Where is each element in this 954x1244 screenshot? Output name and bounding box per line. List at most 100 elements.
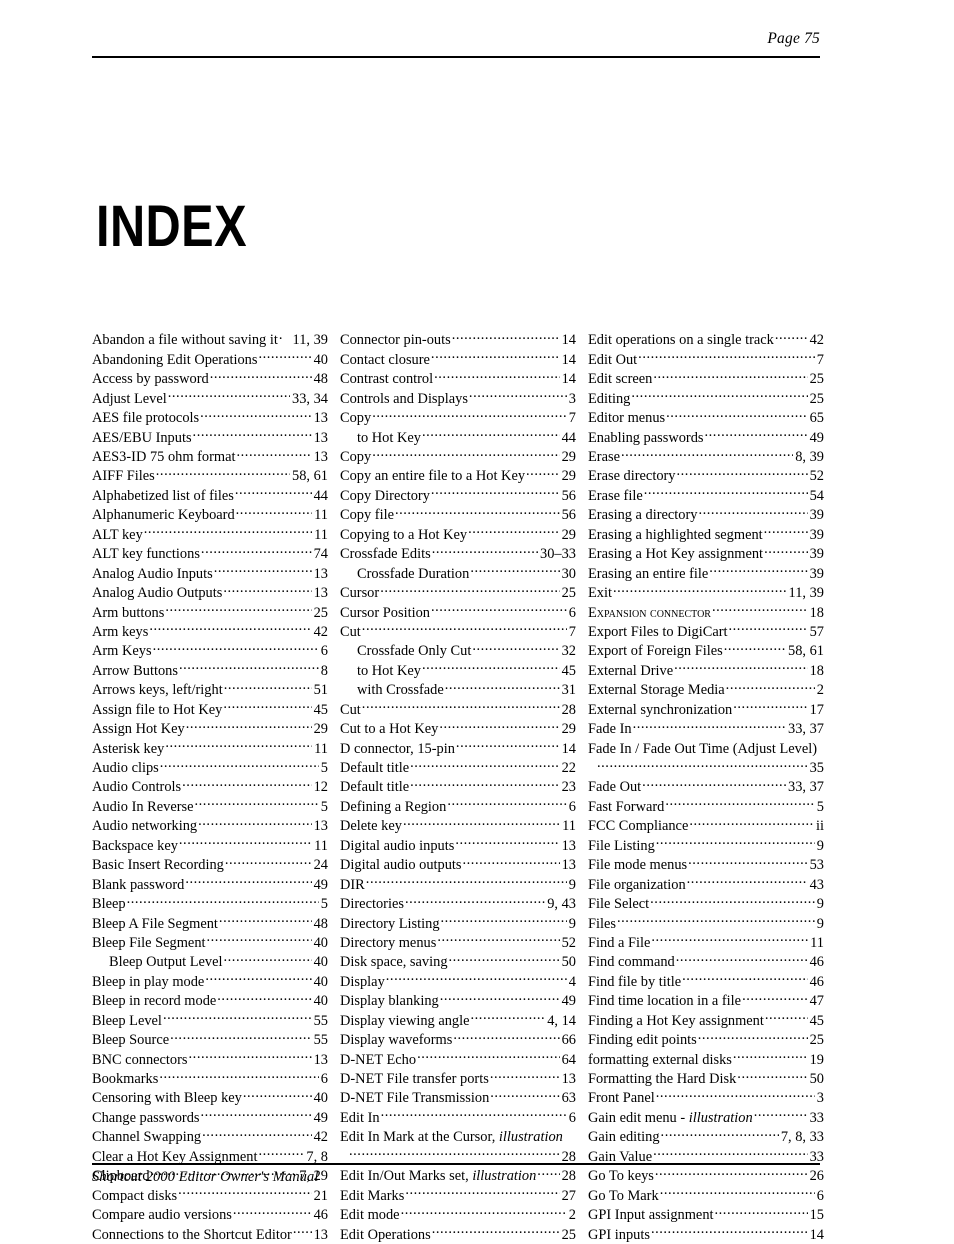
- index-entry-pages: 13: [313, 449, 328, 466]
- index-entry: Fast Forward 5: [588, 797, 824, 816]
- index-entry-pages: 9: [568, 915, 576, 932]
- index-entry: Analog Audio Outputs 13: [92, 583, 328, 602]
- index-entry-leader: [651, 933, 808, 947]
- index-entry-leader: [440, 991, 560, 1005]
- index-entry-leader: [210, 369, 312, 383]
- index-entry-term-italic: illustration: [472, 1168, 537, 1185]
- index-entry-leader: [223, 583, 311, 597]
- index-entry: GPI Input assignment 15: [588, 1205, 824, 1224]
- index-entry-leader: [705, 427, 808, 441]
- index-entry-term: Copy file: [340, 507, 394, 524]
- index-entry-term: External synchronization: [588, 701, 733, 718]
- index-entry-leader: [193, 427, 312, 441]
- index-entry-leader: [724, 641, 786, 655]
- index-entry-pages: 18: [809, 662, 824, 679]
- index-entry: Find a File 11: [588, 933, 824, 952]
- index-entry-leader: [631, 388, 807, 402]
- index-entry-term: Asterisk key: [92, 740, 165, 757]
- index-entry-pages: 7: [816, 351, 824, 368]
- index-entry-term: Backspace key: [92, 837, 178, 854]
- index-entry-leader: [349, 1146, 560, 1160]
- index-entry: Change passwords 49: [92, 1108, 328, 1127]
- index-entry-leader: [733, 699, 807, 713]
- index-entry-term: Edit In Mark at the Cursor, illustration: [340, 1129, 563, 1146]
- index-entry-pages: 27: [561, 1187, 576, 1204]
- index-entry-term: to Hot Key: [357, 429, 421, 446]
- index-entry-leader: [742, 991, 808, 1005]
- index-entry-term: Bleep A File Segment: [92, 915, 218, 932]
- index-entry-pages: 6: [320, 1071, 328, 1088]
- index-entry: Bleep Level 55: [92, 1010, 328, 1029]
- index-entry-pages: 42: [313, 1129, 328, 1146]
- index-entry-leader: [729, 622, 808, 636]
- index-entry: Edit mode 2: [340, 1205, 576, 1224]
- index-entry-leader: [764, 524, 808, 538]
- index-entry: Censoring with Bleep key 40: [92, 1088, 328, 1107]
- index-entry-pages: 8, 39: [795, 449, 824, 466]
- index-entry-pages: 39: [809, 565, 824, 582]
- index-entry-term: Delete key: [340, 818, 402, 835]
- index-entry: Edit In/Out Marks set, illustration 28: [340, 1166, 576, 1185]
- index-entry-term-italic: illustration: [688, 1109, 753, 1126]
- index-entry-term: Gain edit menu - illustration: [588, 1109, 753, 1126]
- index-entry: Crossfade Edits 30–33: [340, 544, 576, 563]
- index-entry-leader: [676, 952, 808, 966]
- index-entry-leader: [638, 349, 815, 363]
- index-entry: Export Files to DigiCart 57: [588, 622, 824, 641]
- index-entry-leader: [656, 835, 815, 849]
- index-entry: Display blanking 49: [340, 991, 576, 1010]
- index-entry: Edit In 6: [340, 1108, 576, 1127]
- index-entry: File Select 9: [588, 894, 824, 913]
- index-entry: Find file by title 46: [588, 971, 824, 990]
- index-entry-leader: [168, 388, 290, 402]
- index-entry-leader: [775, 330, 808, 344]
- index-entry-leader: [403, 816, 560, 830]
- index-entry: Cut to a Hot Key 29: [340, 719, 576, 738]
- index-entry-term: FCC Compliance: [588, 818, 689, 835]
- index-entry-leader: [666, 408, 807, 422]
- index-entry-pages: 64: [561, 1051, 576, 1068]
- index-entry-leader: [189, 1049, 312, 1063]
- index-entry-leader: [651, 1224, 808, 1238]
- index-entry-term: Edit In/Out Marks set, illustration: [340, 1168, 537, 1185]
- index-entry-pages: 5: [320, 798, 328, 815]
- index-entry-term: Default title: [340, 760, 410, 777]
- index-entry-leader: [445, 680, 560, 694]
- index-entry-pages: 56: [561, 487, 576, 504]
- index-entry-term: Analog Audio Outputs: [92, 585, 223, 602]
- index-entry-pages: 25: [809, 1032, 824, 1049]
- index-entry: Cursor Position 6: [340, 602, 576, 621]
- index-entry-leader: [159, 1069, 318, 1083]
- index-entry-pages: 44: [313, 487, 328, 504]
- index-entry-term: Display blanking: [340, 993, 439, 1010]
- index-entry-leader: [127, 894, 319, 908]
- index-entry: Assign Hot Key 29: [92, 719, 328, 738]
- index-entry: Delete key 11: [340, 816, 576, 835]
- header-divider: [92, 56, 820, 58]
- index-entry: Bookmarks 6: [92, 1069, 328, 1088]
- index-entry-pages: 2: [816, 682, 824, 699]
- index-entry-term: Contrast control: [340, 371, 434, 388]
- index-entry-pages: 11: [810, 934, 824, 951]
- index-entry-term: Audio clips: [92, 760, 159, 777]
- index-entry-leader: [665, 797, 814, 811]
- index-entry-pages: 26: [809, 1168, 824, 1185]
- index-entry-term: Expansion connector: [588, 604, 711, 621]
- index-entry-term: Default title: [340, 779, 410, 796]
- index-entry-term: Cut to a Hot Key: [340, 721, 439, 738]
- index-entry-term: File organization: [588, 876, 686, 893]
- index-entry: Default title 23: [340, 777, 576, 796]
- index-entry: Edit screen 25: [588, 369, 824, 388]
- index-entry-leader: [765, 1010, 808, 1024]
- index-entry-pages: 58, 61: [292, 468, 328, 485]
- index-entry: Formatting the Hard Disk 50: [588, 1069, 824, 1088]
- index-entry-term: Edit Operations: [340, 1226, 431, 1243]
- index-entry-pages: 3: [568, 390, 576, 407]
- index-entry-term: Access by password: [92, 371, 209, 388]
- page-header: Page 75: [92, 30, 820, 60]
- index-entry-term: Analog Audio Inputs: [92, 565, 213, 582]
- index-entry-term: formatting external disks: [588, 1051, 732, 1068]
- index-entry-leader: [677, 466, 808, 480]
- index-entry: Bleep in play mode 40: [92, 971, 328, 990]
- index-entry-leader: [633, 719, 786, 733]
